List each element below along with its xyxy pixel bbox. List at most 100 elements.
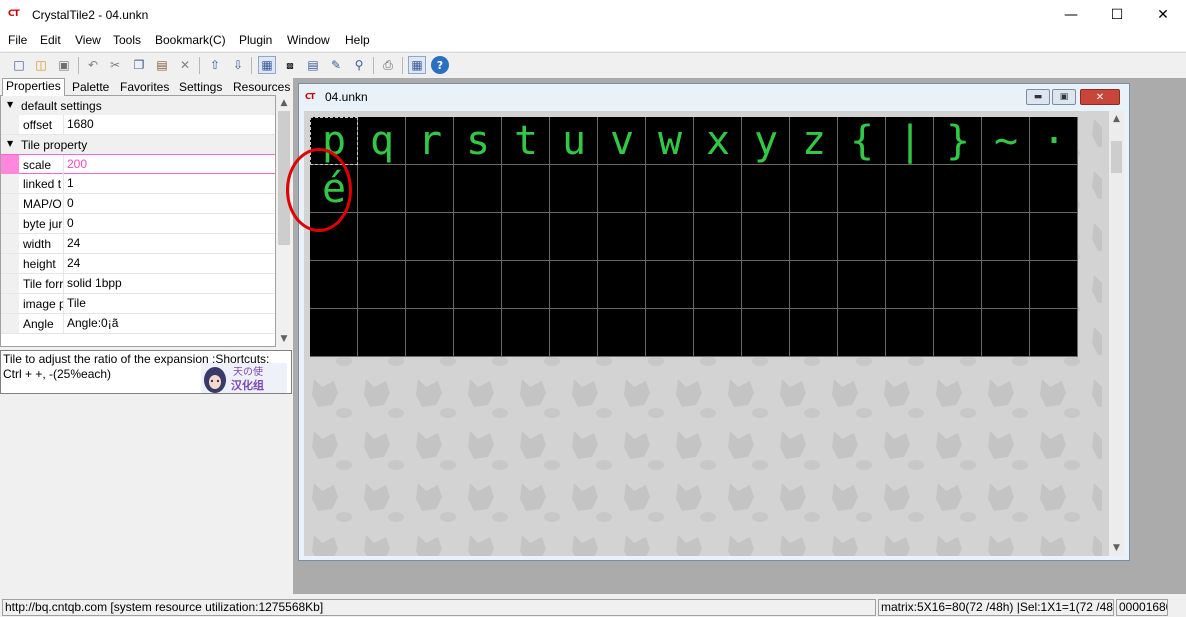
window-titlebar[interactable]: CT CrystalTile2 - 04.unkn — ☐ ✕	[0, 0, 1186, 30]
property-value[interactable]: 24	[63, 234, 275, 253]
property-value-input[interactable]: 200	[63, 155, 275, 174]
tile-cell[interactable]	[790, 261, 838, 309]
paste-icon[interactable]: ▤	[153, 56, 171, 74]
scroll-thumb[interactable]	[1111, 141, 1122, 173]
tile-view-icon[interactable]: ▦	[258, 56, 276, 74]
property-row-map[interactable]: MAP/O 0	[1, 194, 275, 214]
tile-cell[interactable]: ~	[982, 117, 1030, 165]
tile-cell[interactable]	[838, 213, 886, 261]
tile-cell[interactable]	[1030, 261, 1078, 309]
tile-cell[interactable]	[1030, 165, 1078, 213]
save-icon[interactable]: ▣	[55, 56, 73, 74]
menu-view[interactable]: View	[75, 33, 101, 47]
tile-cell[interactable]	[886, 309, 934, 357]
tile-cell[interactable]	[646, 261, 694, 309]
tile-cell[interactable]: v	[598, 117, 646, 165]
tile-cell[interactable]	[886, 261, 934, 309]
tile-cell[interactable]	[694, 261, 742, 309]
menu-bookmark[interactable]: Bookmark(C)	[155, 33, 226, 47]
text-view-icon[interactable]: ▤	[304, 56, 322, 74]
property-row-angle[interactable]: Angle Angle:0¡ã	[1, 314, 275, 334]
scroll-up-icon[interactable]: ▲	[1109, 111, 1124, 127]
tile-cell[interactable]	[502, 309, 550, 357]
tile-cell[interactable]	[694, 165, 742, 213]
tile-cell[interactable]	[694, 309, 742, 357]
tile-cell[interactable]	[406, 261, 454, 309]
property-value[interactable]: 0	[63, 214, 275, 233]
tile-cell[interactable]	[982, 261, 1030, 309]
tile-cell[interactable]	[934, 261, 982, 309]
tile-cell[interactable]	[550, 261, 598, 309]
tile-cell[interactable]	[1030, 309, 1078, 357]
minimize-button[interactable]: —	[1048, 0, 1094, 30]
property-value[interactable]: 1	[63, 174, 275, 193]
tile-cell[interactable]	[934, 213, 982, 261]
copy-icon[interactable]: ❐	[130, 56, 148, 74]
tile-cell[interactable]	[886, 165, 934, 213]
tile-cell[interactable]	[790, 309, 838, 357]
tile-cell[interactable]	[358, 261, 406, 309]
property-value[interactable]: solid 1bpp	[63, 274, 275, 293]
tile-cell[interactable]	[598, 213, 646, 261]
tile-cell[interactable]	[310, 309, 358, 357]
document-titlebar[interactable]: CT 04.unkn ▬ ▣ ✕	[299, 84, 1129, 109]
property-value[interactable]: 0	[63, 194, 275, 213]
property-row-scale[interactable]: scale 200	[1, 154, 275, 174]
tab-settings[interactable]: Settings	[176, 80, 225, 95]
export-icon[interactable]: ⇩	[229, 56, 247, 74]
menu-tools[interactable]: Tools	[113, 33, 141, 47]
property-value[interactable]: 24	[63, 254, 275, 273]
tile-cell[interactable]	[1030, 213, 1078, 261]
tile-cell[interactable]	[454, 165, 502, 213]
property-row-width[interactable]: width 24	[1, 234, 275, 254]
property-value[interactable]: Angle:0¡ã	[63, 314, 275, 333]
tile-cell[interactable]	[406, 165, 454, 213]
tile-cell[interactable]	[886, 213, 934, 261]
doc-restore-button[interactable]: ▣	[1052, 89, 1076, 105]
maximize-button[interactable]: ☐	[1094, 0, 1140, 30]
import-icon[interactable]: ⇧	[206, 56, 224, 74]
menu-help[interactable]: Help	[345, 33, 370, 47]
tile-view-scrollbar[interactable]: ▲ ▼	[1109, 111, 1124, 556]
scroll-up-icon[interactable]: ▲	[276, 95, 292, 111]
tile-cell[interactable]	[982, 309, 1030, 357]
grid-icon[interactable]: ▦	[408, 56, 426, 74]
tile-cell[interactable]	[502, 165, 550, 213]
tile-cell[interactable]	[454, 213, 502, 261]
property-value[interactable]: Tile	[63, 294, 275, 313]
tile-cell[interactable]	[982, 165, 1030, 213]
tile-cell[interactable]: z	[790, 117, 838, 165]
tab-palette[interactable]: Palette	[69, 80, 112, 95]
property-row-linked[interactable]: linked t 1	[1, 174, 275, 194]
doc-close-button[interactable]: ✕	[1080, 89, 1120, 105]
property-row-image-pattern[interactable]: image p Tile	[1, 294, 275, 314]
delete-icon[interactable]: ✕	[176, 56, 194, 74]
tile-cell[interactable]	[502, 261, 550, 309]
tab-favorites[interactable]: Favorites	[117, 80, 172, 95]
tile-cell[interactable]: q	[358, 117, 406, 165]
property-row-height[interactable]: height 24	[1, 254, 275, 274]
category-tile-property[interactable]: ▼ Tile property	[1, 135, 275, 154]
property-value[interactable]: 1680	[63, 115, 275, 134]
open-folder-icon[interactable]: ◫	[32, 56, 50, 74]
tile-cell[interactable]	[550, 213, 598, 261]
tile-cell[interactable]	[646, 309, 694, 357]
tile-cell[interactable]: x	[694, 117, 742, 165]
tile-cell[interactable]: y	[742, 117, 790, 165]
property-row-byte-jump[interactable]: byte jur 0	[1, 214, 275, 234]
doc-minimize-button[interactable]: ▬	[1026, 89, 1050, 105]
tile-cell[interactable]	[358, 165, 406, 213]
print-icon[interactable]: ⎙	[379, 56, 397, 74]
tile-cell[interactable]	[502, 213, 550, 261]
tile-view[interactable]: p q r s t u v w x y z{|} ~ · é ▲ ▼	[304, 111, 1124, 556]
scroll-down-icon[interactable]: ▼	[1109, 540, 1124, 556]
property-row-tile-format[interactable]: Tile forr solid 1bpp	[1, 274, 275, 294]
category-default-settings[interactable]: ▼ default settings	[1, 96, 275, 115]
tile-cell[interactable]	[646, 165, 694, 213]
tile-cell[interactable]	[550, 309, 598, 357]
tile-cell[interactable]	[790, 213, 838, 261]
tab-properties[interactable]: Properties	[2, 78, 65, 96]
tile-cell[interactable]	[838, 165, 886, 213]
edit-icon[interactable]: ✎	[327, 56, 345, 74]
menu-plugin[interactable]: Plugin	[239, 33, 272, 47]
